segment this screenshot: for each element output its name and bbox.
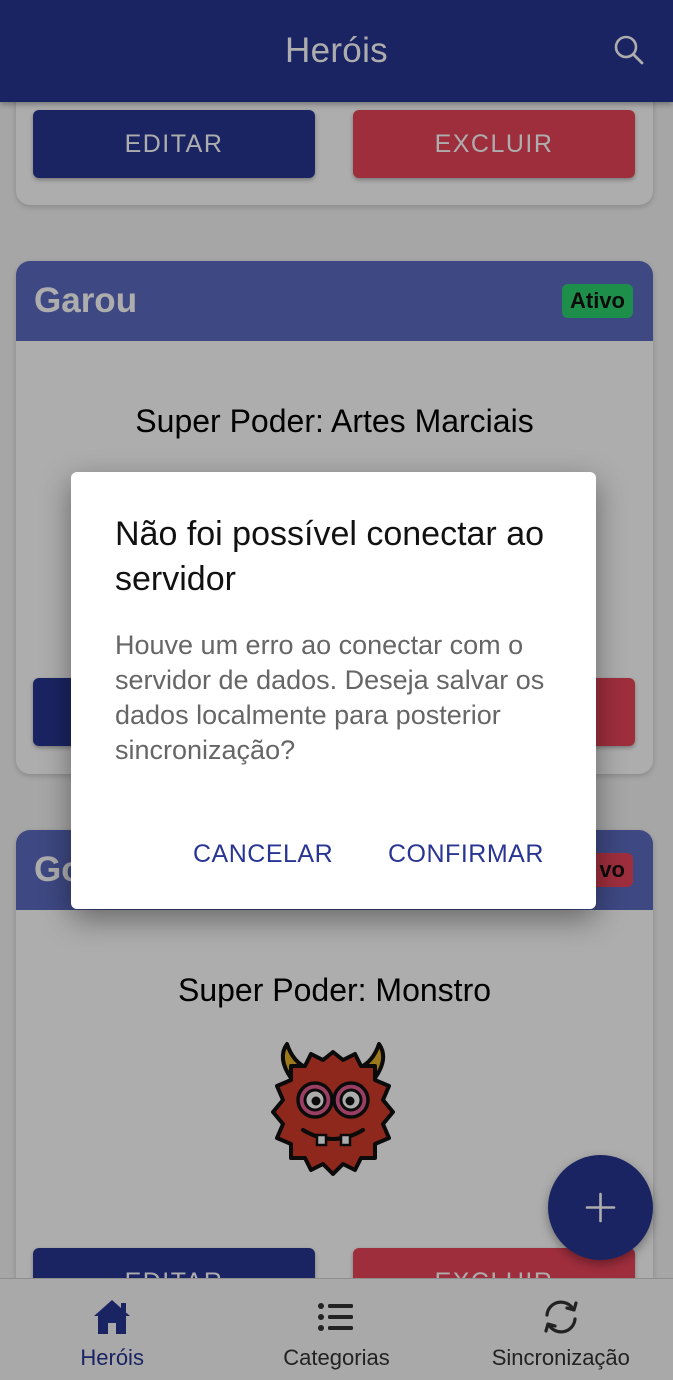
dialog-title: Não foi possível conectar ao servidor [115,515,545,598]
dialog-message: Houve um erro ao conectar com o servidor… [115,630,545,765]
cancel-button[interactable]: CANCELAR [193,840,333,869]
confirm-button[interactable]: CONFIRMAR [388,840,544,869]
alert-dialog: Não foi possível conectar ao servidor Ho… [71,472,596,909]
